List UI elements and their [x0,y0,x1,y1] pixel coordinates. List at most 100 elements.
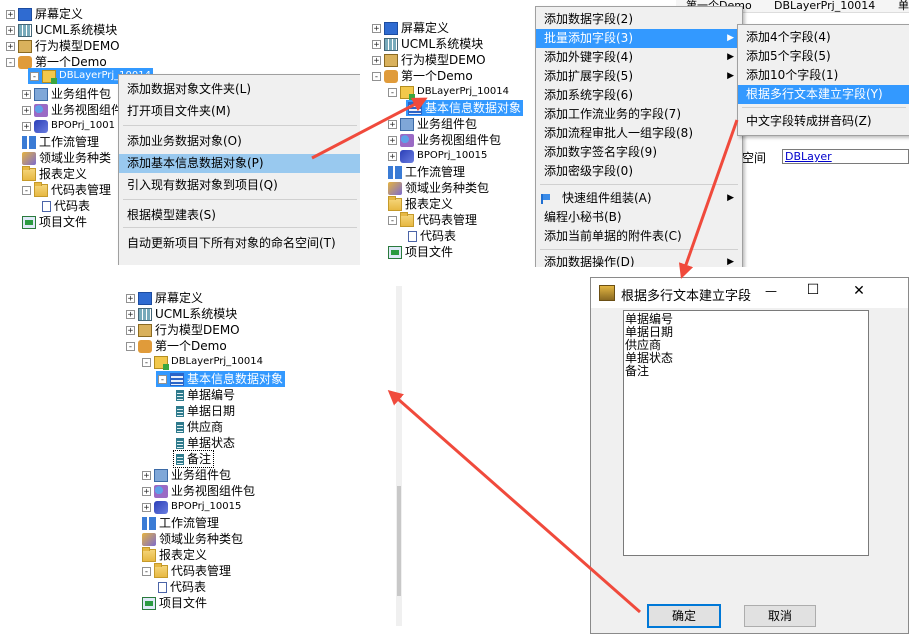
menu-item[interactable]: 添加数据字段(2) [536,10,742,29]
tree-item[interactable]: - 第一个Demo [370,68,475,84]
tree-item[interactable]: - 代码表管理 [140,562,233,579]
cancel-button[interactable]: 取消 [744,605,816,627]
bg-crumb-3[interactable]: 单 [898,0,909,12]
tree-item[interactable]: + 业务视图组件包 [386,132,503,148]
menu-item[interactable]: 根据多行文本建立字段(Y) [738,85,909,104]
menu-item[interactable]: 添加4个字段(4) [738,28,909,47]
expand-icon[interactable]: + [372,55,381,65]
tree-item[interactable]: + 业务组件包 [140,467,233,483]
tree-item[interactable]: + 业务视图组件包 [140,483,257,499]
menu-item[interactable]: 自动更新项目下所有对象的命名空间(T) [119,234,360,253]
tree-item[interactable]: 报表定义 [140,546,209,563]
expand-icon[interactable]: + [6,25,15,35]
tree-item[interactable]: 领域业务种类包 [140,531,245,547]
menu-item[interactable]: 添加10个字段(1) [738,66,909,85]
tree-item[interactable]: 领域业务种类包 [386,180,491,196]
tree-item[interactable]: 单据日期 [174,403,237,419]
close-icon[interactable]: ✕ [849,283,869,299]
expand-icon[interactable]: + [6,41,15,51]
menu-item[interactable]: 添加扩展字段(5) ▶ [536,67,742,86]
tree-item[interactable]: 项目文件 [140,595,209,611]
expand-icon[interactable]: + [22,89,31,99]
expand-icon[interactable]: + [142,470,151,480]
tree-item[interactable]: + 行为模型DEMO [370,52,488,68]
tree-item[interactable]: + 业务组件包 [20,86,113,102]
collapse-icon[interactable]: - [30,71,39,81]
expand-icon[interactable]: + [142,502,151,512]
ok-button[interactable]: 确定 [647,604,721,628]
collapse-icon[interactable]: - [388,215,397,225]
tree-item[interactable]: 单据状态 [174,435,237,451]
tree-item[interactable]: 备注 [172,450,215,468]
tree-item[interactable]: + 行为模型DEMO [124,322,242,338]
collapse-icon[interactable]: - [142,357,151,367]
tree-item[interactable]: + BPOPrj_10015 [386,148,489,164]
expand-icon[interactable]: + [388,119,397,129]
menu-item[interactable]: 添加数字签名字段(9) [536,143,742,162]
scrollbar-thumb[interactable] [397,486,401,596]
expand-icon[interactable]: + [126,325,135,335]
expand-icon[interactable]: + [388,151,397,161]
bg-crumb-2[interactable]: DBLayerPrj_10014 [774,0,875,12]
tree-item[interactable]: + BPOPrj_1001 [20,118,117,134]
expand-icon[interactable]: + [6,9,15,19]
tree-item[interactable]: 项目文件 [386,244,455,260]
bg-namespace-field[interactable]: DBLayer [782,149,909,164]
tree-item[interactable]: 代码表 [156,579,208,595]
menu-item[interactable]: 添加数据操作(D) ▶ [536,253,742,267]
menu-item[interactable]: 添加外键字段(4) ▶ [536,48,742,67]
menu-item[interactable]: 编程小秘书(B) [536,208,742,227]
tree-item[interactable]: 单据编号 [174,387,237,403]
menu-item[interactable]: 添加密级字段(0) [536,162,742,181]
tree-item[interactable]: 代码表 [406,228,458,244]
menu-item[interactable]: 添加5个字段(5) [738,47,909,66]
tree-item[interactable]: + UCML系统模块 [4,22,119,38]
tree-item[interactable]: + 行为模型DEMO [4,38,122,54]
collapse-icon[interactable]: - [22,185,31,195]
menu-item[interactable]: 引入现有数据对象到项目(Q) [119,176,360,195]
tree-item[interactable]: 报表定义 [386,195,455,212]
dialog-titlebar[interactable]: 根据多行文本建立字段 — ☐ ✕ [591,278,908,308]
tree-item[interactable]: + UCML系统模块 [124,306,239,322]
menu-item[interactable]: 快速组件组装(A) ▶ [554,189,742,208]
menu-item[interactable]: 添加工作流业务的字段(7) [536,105,742,124]
tree-item[interactable]: 项目文件 [20,214,89,230]
tree-item[interactable]: + BPOPrj_10015 [140,499,243,515]
tree-item[interactable]: + 屏幕定义 [124,290,205,306]
tree-item[interactable]: - 代码表管理 [386,211,479,228]
maximize-icon[interactable]: ☐ [803,282,823,298]
expand-icon[interactable]: + [142,486,151,496]
tree-item[interactable]: - 第一个Demo [124,338,229,354]
collapse-icon[interactable]: - [142,566,151,576]
tree-item[interactable]: - DBLayerPrj_10014 [140,354,265,370]
menu-item[interactable]: 添加流程审批人一组字段(8) [536,124,742,143]
tree-item[interactable]: - 基本信息数据对象 [156,371,286,387]
expand-icon[interactable]: + [372,39,381,49]
tree-item[interactable]: 供应商 [174,419,225,435]
minimize-icon[interactable]: — [761,284,781,298]
tree-item[interactable]: - 代码表管理 [20,181,113,198]
menu-item[interactable]: 添加系统字段(6) [536,86,742,105]
expand-icon[interactable]: + [126,309,135,319]
collapse-icon[interactable]: - [372,71,381,81]
menu-item[interactable]: 添加数据对象文件夹(L) [119,80,360,99]
expand-icon[interactable]: + [22,105,31,115]
menu-item[interactable]: 打开项目文件夹(M) [119,102,360,121]
collapse-icon[interactable]: - [126,341,135,351]
menu-item[interactable]: 添加业务数据对象(O) [119,132,360,151]
menu-item[interactable]: 根据模型建表(S) [119,206,360,225]
expand-icon[interactable]: + [372,23,381,33]
tree-item[interactable]: + 业务组件包 [386,116,479,132]
tree-item[interactable]: 报表定义 [20,165,89,182]
expand-icon[interactable]: + [22,121,31,131]
multiline-text-input[interactable]: 单据编号 单据日期 供应商 单据状态 备注 [623,310,869,556]
tree-item[interactable]: 领域业务种类 [20,150,113,166]
menu-item[interactable]: 添加基本信息数据对象(P) [119,154,360,173]
tree-item[interactable]: + 屏幕定义 [4,6,85,22]
tree-item[interactable]: 工作流管理 [140,515,221,531]
expand-icon[interactable]: + [388,135,397,145]
tree-item[interactable]: 工作流管理 [386,164,467,180]
menu-item[interactable]: 批量添加字段(3) ▶ [536,29,742,48]
expand-icon[interactable]: + [126,293,135,303]
collapse-icon[interactable]: - [158,374,167,384]
